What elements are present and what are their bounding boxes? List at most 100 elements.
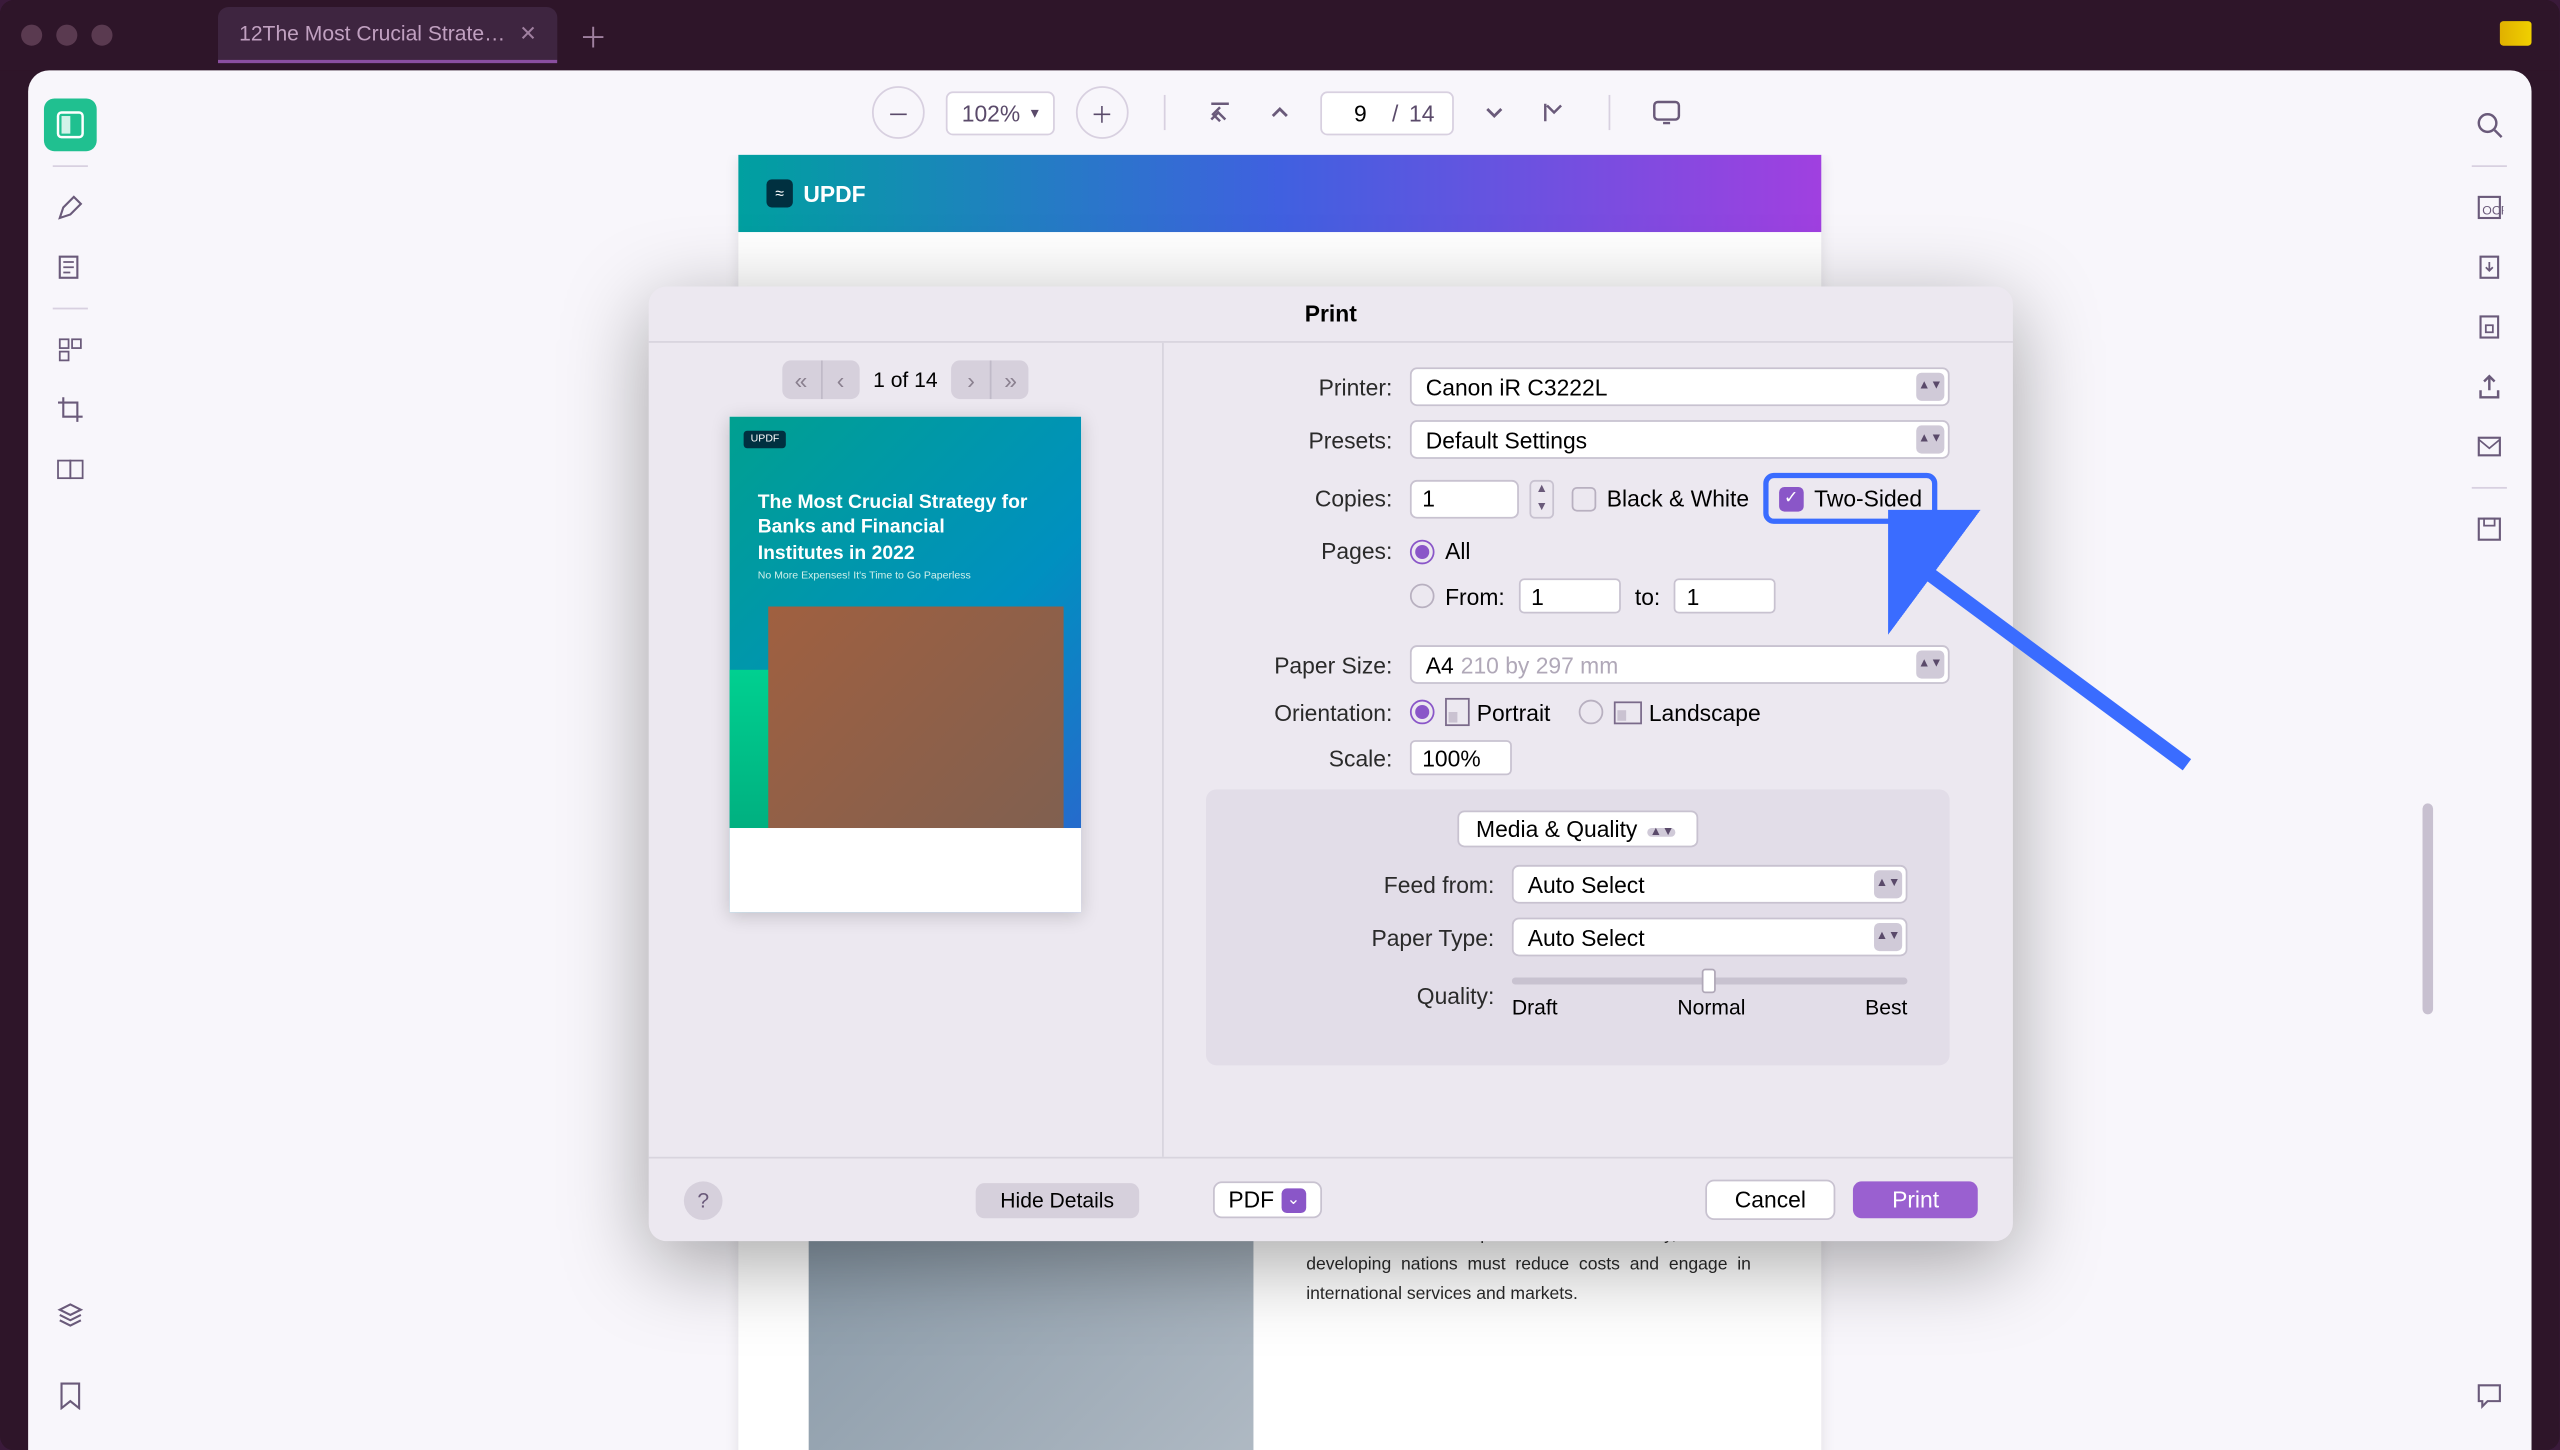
copies-label: Copies:: [1206, 485, 1410, 511]
protect-button[interactable]: [2463, 301, 2516, 354]
layers-button[interactable]: [44, 1289, 97, 1342]
presets-select[interactable]: Default Settings▲▼: [1410, 420, 1950, 459]
window-minimize[interactable]: [56, 25, 77, 46]
pages-all-radio[interactable]: [1410, 539, 1435, 564]
two-sided-highlight: ✓ Two-Sided: [1763, 473, 1938, 524]
window-maximize[interactable]: [91, 25, 112, 46]
window-close[interactable]: [21, 25, 42, 46]
papersize-label: Paper Size:: [1206, 651, 1410, 677]
quality-slider[interactable]: Draft Normal Best: [1512, 970, 1908, 1019]
top-toolbar: － 102%▾ ＋ / 14: [113, 70, 2448, 154]
pdf-dropdown[interactable]: PDF⌄: [1212, 1181, 1321, 1218]
bw-label: Black & White: [1607, 485, 1749, 511]
to-label: to:: [1635, 583, 1660, 609]
from-input[interactable]: 1: [1519, 578, 1621, 613]
print-settings-pane: Printer: Canon iR C3222L▲▼ Presets: Defa…: [1164, 343, 2013, 1157]
save-button[interactable]: [2463, 503, 2516, 556]
pages-all-label: All: [1445, 538, 1470, 564]
compare-tool-button[interactable]: [44, 443, 97, 496]
pages-range-radio[interactable]: [1410, 584, 1435, 609]
ocr-button[interactable]: OCR: [2463, 181, 2516, 234]
page-current-field[interactable]: [1339, 99, 1381, 125]
zoom-select[interactable]: 102%▾: [946, 91, 1055, 135]
brand-icon: [2500, 21, 2532, 46]
from-label: From:: [1445, 583, 1505, 609]
preview-thumbnail: UPDF The Most Crucial Strategy for Banks…: [730, 417, 1082, 913]
print-button[interactable]: Print: [1853, 1181, 1977, 1218]
left-sidebar: [28, 70, 112, 1450]
printer-select[interactable]: Canon iR C3222L▲▼: [1410, 367, 1950, 406]
doc-image: [809, 1231, 1254, 1450]
copies-input[interactable]: 1: [1410, 479, 1519, 518]
email-button[interactable]: [2463, 420, 2516, 473]
crop-tool-button[interactable]: [44, 383, 97, 436]
papertype-label: Paper Type:: [1248, 924, 1512, 950]
preview-prev-button[interactable]: ‹: [820, 360, 859, 399]
printer-label: Printer:: [1206, 374, 1410, 400]
preview-next-button[interactable]: ›: [952, 360, 991, 399]
scale-input[interactable]: 100%: [1410, 740, 1512, 775]
media-quality-section: Media & Quality▲▼ Feed from: Auto Select…: [1206, 789, 1950, 1065]
chevron-down-icon: ⌄: [1281, 1188, 1306, 1213]
zoom-out-button[interactable]: －: [872, 86, 925, 139]
portrait-radio[interactable]: [1410, 700, 1435, 725]
tab-title: 12The Most Crucial Strate…: [239, 21, 505, 46]
search-button[interactable]: [2463, 98, 2516, 151]
two-sided-label: Two-Sided: [1814, 485, 1922, 511]
pages-label: Pages:: [1206, 538, 1410, 564]
comment-button[interactable]: [2463, 1369, 2516, 1422]
bw-checkbox[interactable]: [1572, 486, 1597, 511]
quality-draft: Draft: [1512, 995, 1558, 1020]
updf-brand-text: UPDF: [803, 180, 865, 206]
landscape-radio[interactable]: [1579, 700, 1604, 725]
add-tab-button[interactable]: ＋: [579, 14, 607, 56]
thumbnails-panel-button[interactable]: [44, 98, 97, 151]
presentation-icon[interactable]: [1645, 93, 1687, 132]
dialog-footer: ? Hide Details PDF⌄ Cancel Print: [649, 1157, 2013, 1241]
document-tab[interactable]: 12The Most Crucial Strate… ✕: [218, 7, 558, 63]
portrait-icon: [1445, 698, 1470, 726]
two-sided-checkbox[interactable]: ✓: [1779, 486, 1804, 511]
convert-button[interactable]: [2463, 241, 2516, 294]
first-page-icon[interactable]: [1200, 93, 1239, 132]
orientation-label: Orientation:: [1206, 699, 1410, 725]
feed-select[interactable]: Auto Select▲▼: [1512, 865, 1908, 904]
quality-normal: Normal: [1677, 995, 1745, 1020]
scrollbar-thumb[interactable]: [2423, 803, 2434, 1014]
copies-stepper[interactable]: ▲▼: [1529, 479, 1554, 518]
cancel-button[interactable]: Cancel: [1705, 1180, 1836, 1220]
help-button[interactable]: ?: [684, 1180, 723, 1219]
organize-tool-button[interactable]: [44, 323, 97, 376]
close-icon[interactable]: ✕: [519, 21, 537, 46]
annotate-tool-button[interactable]: [44, 181, 97, 234]
scrollbar[interactable]: [2423, 162, 2441, 1444]
next-page-icon[interactable]: [1475, 93, 1514, 132]
presets-label: Presets:: [1206, 426, 1410, 452]
last-page-icon[interactable]: [1535, 93, 1574, 132]
app-window: 12The Most Crucial Strate… ✕ ＋ － 102%▾: [0, 0, 2560, 1450]
page-number-input[interactable]: / 14: [1320, 91, 1454, 135]
print-preview-pane: « ‹ 1 of 14 › » UPDF The Most Crucial St…: [649, 343, 1164, 1157]
papersize-select[interactable]: A4210 by 297 mm▲▼: [1410, 645, 1950, 684]
updf-logo-icon: ≈: [766, 179, 792, 207]
papertype-select[interactable]: Auto Select▲▼: [1512, 918, 1908, 957]
preview-first-button[interactable]: «: [782, 360, 821, 399]
share-button[interactable]: [2463, 360, 2516, 413]
zoom-in-button[interactable]: ＋: [1076, 86, 1129, 139]
thumb-subtitle: No More Expenses! It's Time to Go Paperl…: [758, 571, 971, 582]
dialog-title: Print: [649, 287, 2013, 343]
feed-label: Feed from:: [1248, 871, 1512, 897]
bookmark-button[interactable]: [44, 1369, 97, 1422]
right-sidebar: OCR: [2447, 70, 2531, 1450]
prev-page-icon[interactable]: [1260, 93, 1299, 132]
portrait-label: Portrait: [1477, 699, 1551, 725]
hide-details-button[interactable]: Hide Details: [976, 1182, 1139, 1217]
preview-last-button[interactable]: »: [990, 360, 1029, 399]
section-select[interactable]: Media & Quality▲▼: [1457, 810, 1699, 847]
to-input[interactable]: 1: [1674, 578, 1776, 613]
preview-counter: 1 of 14: [873, 367, 938, 392]
thumb-photo: [768, 607, 1063, 832]
quality-label: Quality:: [1248, 982, 1512, 1008]
edit-tool-button[interactable]: [44, 241, 97, 294]
page-total: 14: [1409, 99, 1434, 125]
